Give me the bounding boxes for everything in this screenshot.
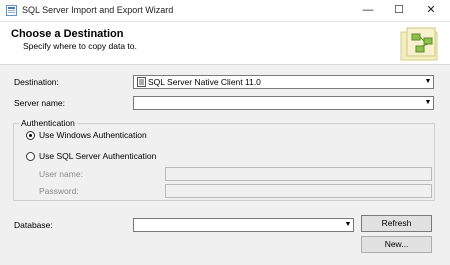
chevron-down-icon[interactable]: ▼ — [423, 76, 433, 88]
username-field[interactable] — [165, 167, 432, 181]
server-name-dropdown[interactable]: ▼ — [133, 96, 434, 110]
page-title: Choose a Destination — [11, 28, 124, 40]
destination-dropdown[interactable]: SQL Server Native Client 11.0 ▼ — [133, 75, 434, 89]
title-bar: SQL Server Import and Export Wizard — ☐ … — [0, 0, 450, 22]
password-field[interactable] — [165, 184, 432, 198]
windows-auth-radio[interactable] — [26, 131, 35, 140]
database-provider-icon — [137, 77, 146, 87]
window-title: SQL Server Import and Export Wizard — [22, 5, 174, 15]
database-dropdown[interactable]: ▼ — [133, 218, 354, 232]
chevron-down-icon[interactable]: ▼ — [343, 219, 353, 231]
wizard-header: Choose a Destination Specify where to co… — [0, 22, 450, 65]
username-label: User name: — [39, 169, 83, 179]
destination-label: Destination: — [14, 77, 59, 87]
windows-auth-label[interactable]: Use Windows Authentication — [39, 130, 147, 140]
close-button[interactable]: ✕ — [416, 0, 446, 21]
maximize-button[interactable]: ☐ — [384, 0, 414, 21]
destination-value: SQL Server Native Client 11.0 — [148, 77, 261, 87]
authentication-group-label: Authentication — [19, 118, 77, 128]
sql-auth-label[interactable]: Use SQL Server Authentication — [39, 151, 156, 161]
chevron-down-icon[interactable]: ▼ — [423, 97, 433, 109]
sql-auth-radio[interactable] — [26, 152, 35, 161]
app-icon — [6, 5, 17, 16]
password-label: Password: — [39, 186, 79, 196]
new-database-button[interactable]: New... — [361, 236, 432, 253]
minimize-button[interactable]: — — [353, 0, 383, 21]
database-label: Database: — [14, 220, 53, 230]
wizard-graphic-icon — [400, 27, 438, 61]
server-name-label: Server name: — [14, 98, 66, 108]
refresh-button[interactable]: Refresh — [361, 215, 432, 232]
page-subtitle: Specify where to copy data to. — [23, 41, 137, 51]
